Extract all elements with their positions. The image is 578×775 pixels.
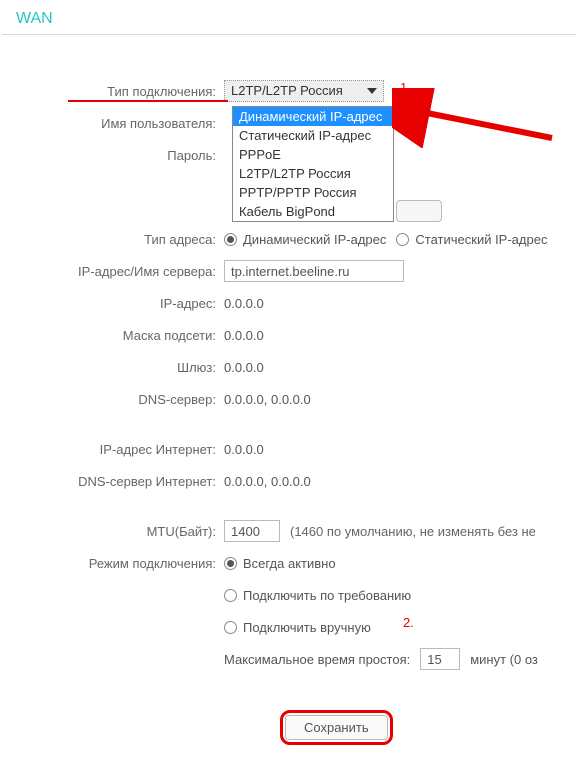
inet-ip-value: 0.0.0.0 — [224, 442, 264, 457]
mode-demand-text: Подключить по требованию — [243, 588, 411, 603]
password-label: Пароль: — [0, 148, 224, 163]
conn-type-dropdown[interactable]: Динамический IP-адрес Статический IP-адр… — [232, 106, 394, 222]
addr-dyn-radio[interactable] — [224, 233, 237, 246]
mode-always-radio[interactable] — [224, 557, 237, 570]
mode-label: Режим подключения: — [0, 556, 224, 571]
inet-dns-label: DNS-сервер Интернет: — [0, 474, 224, 489]
save-button[interactable]: Сохранить — [285, 715, 388, 740]
opt-static[interactable]: Статический IP-адрес — [233, 126, 393, 145]
annotation-2: 2. — [403, 615, 414, 630]
mtu-input[interactable] — [224, 520, 280, 542]
page-title: WAN — [0, 0, 578, 34]
addr-dyn-text: Динамический IP-адрес — [243, 232, 386, 247]
conn-type-label: Тип подключения: — [0, 84, 224, 99]
conn-type-select[interactable]: L2TP/L2TP Россия — [224, 80, 384, 102]
obscured-button[interactable] — [396, 200, 442, 222]
mode-always-text: Всегда активно — [243, 556, 336, 571]
server-input[interactable] — [224, 260, 404, 282]
opt-l2tp[interactable]: L2TP/L2TP Россия — [233, 164, 393, 183]
username-label: Имя пользователя: — [0, 116, 224, 131]
opt-pptp[interactable]: PPTP/PPTP Россия — [233, 183, 393, 202]
dns-label: DNS-сервер: — [0, 392, 224, 407]
mode-demand-radio[interactable] — [224, 589, 237, 602]
save-highlight: Сохранить — [280, 710, 393, 745]
addr-stat-radio[interactable] — [396, 233, 409, 246]
mtu-hint: (1460 по умолчанию, не изменять без не — [290, 524, 536, 539]
addr-stat-text: Статический IP-адрес — [415, 232, 547, 247]
idle-label: Максимальное время простоя: — [224, 652, 410, 667]
mode-manual-text: Подключить вручную — [243, 620, 371, 635]
ip-server-label: IP-адрес/Имя сервера: — [0, 264, 224, 279]
mask-value: 0.0.0.0 — [224, 328, 264, 343]
idle-unit: минут (0 оз — [470, 652, 538, 667]
mode-manual-radio[interactable] — [224, 621, 237, 634]
inet-dns-value: 0.0.0.0, 0.0.0.0 — [224, 474, 311, 489]
annotation-1: 1. — [400, 80, 411, 95]
opt-bigpond[interactable]: Кабель BigPond — [233, 202, 393, 221]
opt-pppoe[interactable]: PPPoE — [233, 145, 393, 164]
mask-label: Маска подсети: — [0, 328, 224, 343]
addr-type-label: Тип адреса: — [0, 232, 224, 247]
gw-value: 0.0.0.0 — [224, 360, 264, 375]
dns-value: 0.0.0.0, 0.0.0.0 — [224, 392, 311, 407]
ip-value: 0.0.0.0 — [224, 296, 264, 311]
gw-label: Шлюз: — [0, 360, 224, 375]
ip-label: IP-адрес: — [0, 296, 224, 311]
divider — [2, 34, 576, 35]
inet-ip-label: IP-адрес Интернет: — [0, 442, 224, 457]
annotation-underline — [68, 100, 228, 102]
mtu-label: MTU(Байт): — [0, 524, 224, 539]
opt-dynamic[interactable]: Динамический IP-адрес — [233, 107, 393, 126]
idle-input[interactable] — [420, 648, 460, 670]
